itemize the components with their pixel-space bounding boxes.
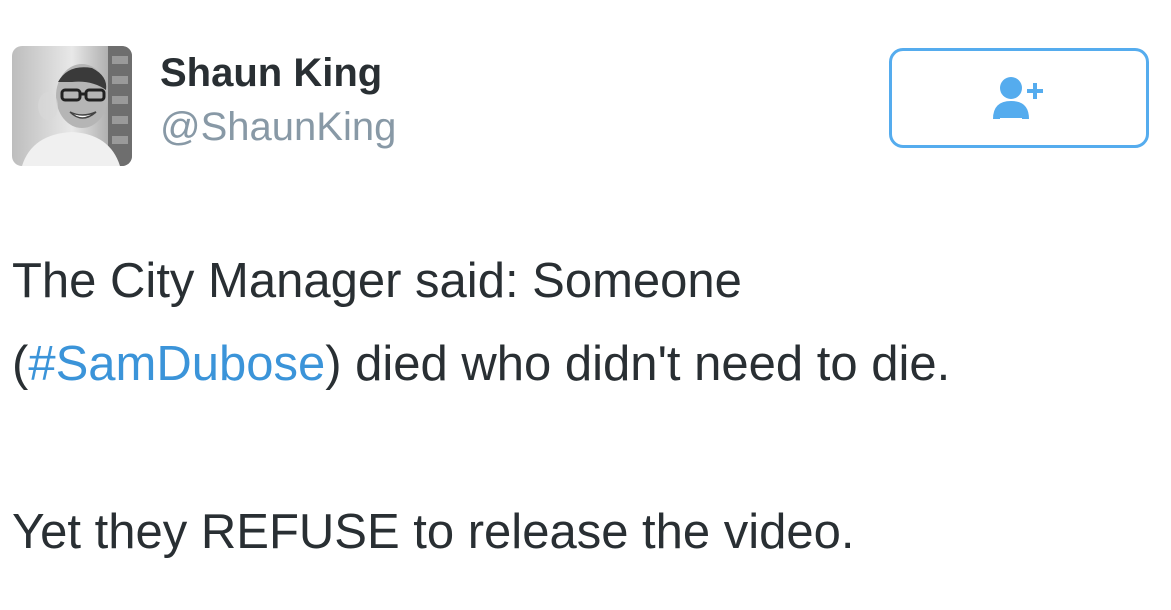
tweet-line-3: Yet they REFUSE to release the video. [12,505,855,559]
follow-button[interactable] [889,48,1149,148]
avatar-photo-icon [12,46,132,166]
user-screen-name[interactable]: @ShaunKing [160,104,396,150]
user-display-name[interactable]: Shaun King [160,50,382,96]
tweet-card: Shaun King @ShaunKing The City Manager s… [0,0,1171,610]
user-avatar[interactable] [12,46,132,166]
follow-user-plus-icon [993,77,1043,120]
open-paren: ( [12,337,29,391]
tweet-line-1: The City Manager said: Someone [12,254,742,308]
tweet-line-2-rest: ) died who didn't need to die. [325,337,951,391]
tweet-line-2: (#SamDubose) died who didn't need to die… [12,323,1152,406]
hashtag-link-samdubose[interactable]: #SamDubose [28,337,325,391]
tweet-text: The City Manager said: Someone (#SamDubo… [12,240,1152,574]
